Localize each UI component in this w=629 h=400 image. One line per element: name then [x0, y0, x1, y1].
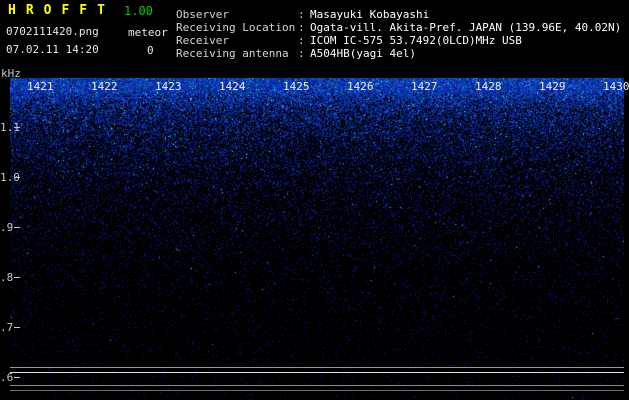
time-tick-label: 1422 [91, 80, 118, 93]
freq-tick-label: .9 [0, 221, 14, 234]
freq-axis-tick [14, 177, 20, 178]
freq-axis-tick [14, 277, 20, 278]
freq-axis-tick [14, 227, 20, 228]
time-tick-label: 1427 [411, 80, 438, 93]
freq-axis-tick [14, 327, 20, 328]
carrier-line [10, 390, 624, 391]
time-tick-label: 1426 [347, 80, 374, 93]
freq-axis-tick [14, 377, 20, 378]
spectrogram-plot: kHz 1.1 1.0 .9 .8 .7 .6 1421 1422 1423 1… [0, 0, 629, 400]
time-tick-label: 1423 [155, 80, 182, 93]
freq-axis-unit: kHz [1, 67, 21, 80]
carrier-line [10, 385, 624, 386]
time-tick-label: 1425 [283, 80, 310, 93]
freq-tick-label: .7 [0, 321, 14, 334]
freq-tick-label: .8 [0, 271, 14, 284]
freq-axis-tick [14, 127, 20, 128]
time-tick-label: 1428 [475, 80, 502, 93]
hrofft-window: HROFFT 1.00 0702111420.png meteor 07.02.… [0, 0, 629, 400]
time-tick-label: 1421 [27, 80, 54, 93]
time-tick-label: 1430 [603, 80, 629, 93]
time-tick-label: 1429 [539, 80, 566, 93]
spectrogram-canvas [10, 78, 624, 400]
carrier-line [10, 367, 624, 368]
carrier-line [10, 372, 624, 373]
time-tick-label: 1424 [219, 80, 246, 93]
